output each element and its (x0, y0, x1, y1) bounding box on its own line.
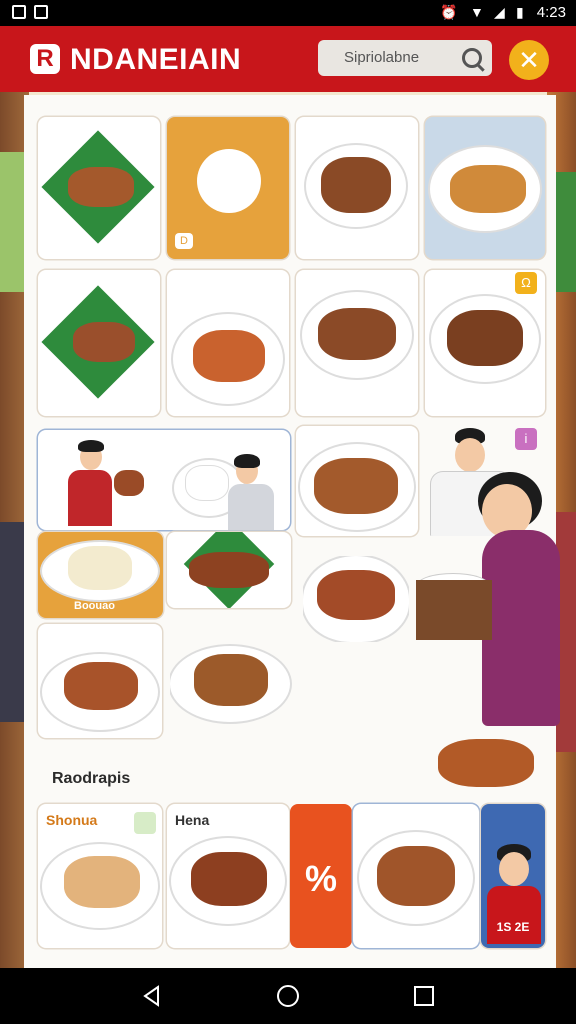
noodle-salad-image (321, 157, 391, 213)
leaf-badge-icon (134, 812, 156, 834)
shonua-image (64, 856, 140, 908)
fried-chicken-image (450, 165, 526, 213)
section-title: Raodrapis (52, 770, 131, 787)
fried-shrimp-image (438, 739, 534, 787)
shonua-title: Shonua (46, 812, 98, 828)
notification-icon (12, 5, 26, 19)
grilled-fish-image (68, 167, 134, 207)
dish-card-noodle-plate[interactable] (170, 636, 292, 736)
noodles-image (447, 310, 523, 366)
dish-card-hena[interactable]: Hena (167, 804, 289, 948)
dish-card-curry-chicken[interactable] (167, 270, 289, 416)
dish-card-shonua[interactable]: Shonua (38, 804, 162, 948)
curry-chicken-image (193, 330, 265, 382)
woman-eating-figure (386, 470, 562, 728)
status-time: 4:23 (536, 4, 566, 21)
sausage-image (318, 308, 396, 360)
rice-ball-image (197, 149, 261, 213)
noodle-badge: Ω (515, 272, 537, 294)
dish-card-grilled-fish[interactable] (38, 117, 160, 259)
satay-image (189, 552, 269, 588)
navigation-bar (0, 968, 576, 1024)
search-placeholder: Sipriolabne (344, 49, 420, 66)
pasta-image (68, 546, 132, 590)
app-bar: R NDANEIAIN Sipriolabne ✕ (0, 26, 576, 92)
gallery-icon (34, 5, 48, 19)
dish-card-noodle-salad[interactable] (296, 117, 418, 259)
soup-image (317, 570, 395, 620)
info-badge: i (515, 428, 537, 450)
search-icon[interactable] (462, 48, 482, 68)
wifi-icon: ▼ (470, 4, 484, 20)
dish-card-satay[interactable] (167, 532, 291, 608)
dine-scene-card[interactable] (38, 430, 290, 530)
home-icon[interactable] (276, 984, 300, 1008)
dish-card-chicken-plate[interactable] (38, 624, 162, 738)
recents-icon[interactable] (412, 984, 436, 1008)
signal-icon: ◢ (494, 4, 505, 20)
search-bar[interactable]: Sipriolabne (318, 40, 492, 76)
discount-card[interactable]: % (290, 804, 352, 948)
dish-card-fried-shrimp[interactable] (424, 733, 546, 795)
dish-card-stew[interactable] (353, 804, 479, 948)
dish-card-grilled-meat[interactable] (38, 270, 160, 416)
app-title: NDANEIAIN (70, 43, 242, 76)
status-bar: ⏰ ▼ ◢ ▮ 4:23 (0, 0, 576, 26)
stew-image (377, 846, 455, 906)
pasta-label: Boouao (74, 600, 115, 612)
dish-card-noodles[interactable]: Ω (425, 270, 545, 416)
chicken-plate-image (64, 662, 138, 710)
dish-card-pasta[interactable]: Boouao (38, 532, 163, 618)
close-button[interactable]: ✕ (509, 40, 549, 80)
battery-icon: ▮ (516, 4, 524, 20)
hena-title: Hena (175, 812, 210, 828)
promo-card[interactable]: 1S 2E (481, 804, 545, 948)
percent-icon: % (304, 858, 337, 899)
grilled-meat-image (73, 322, 135, 362)
rice-image (186, 466, 228, 500)
back-icon[interactable] (140, 984, 164, 1008)
dish-card-sausage[interactable] (296, 270, 418, 416)
dish-card-fried-chicken[interactable] (425, 117, 545, 259)
table (416, 580, 492, 640)
hena-image (191, 852, 267, 906)
alarm-icon: ⏰ (440, 4, 458, 20)
promo-price: 1S 2E (496, 920, 530, 934)
noodle-plate-image (194, 654, 268, 706)
bowl-image (114, 470, 144, 496)
app-logo: R (30, 44, 60, 74)
rice-badge: D (175, 233, 193, 249)
dish-card-rice[interactable]: D (167, 117, 289, 259)
